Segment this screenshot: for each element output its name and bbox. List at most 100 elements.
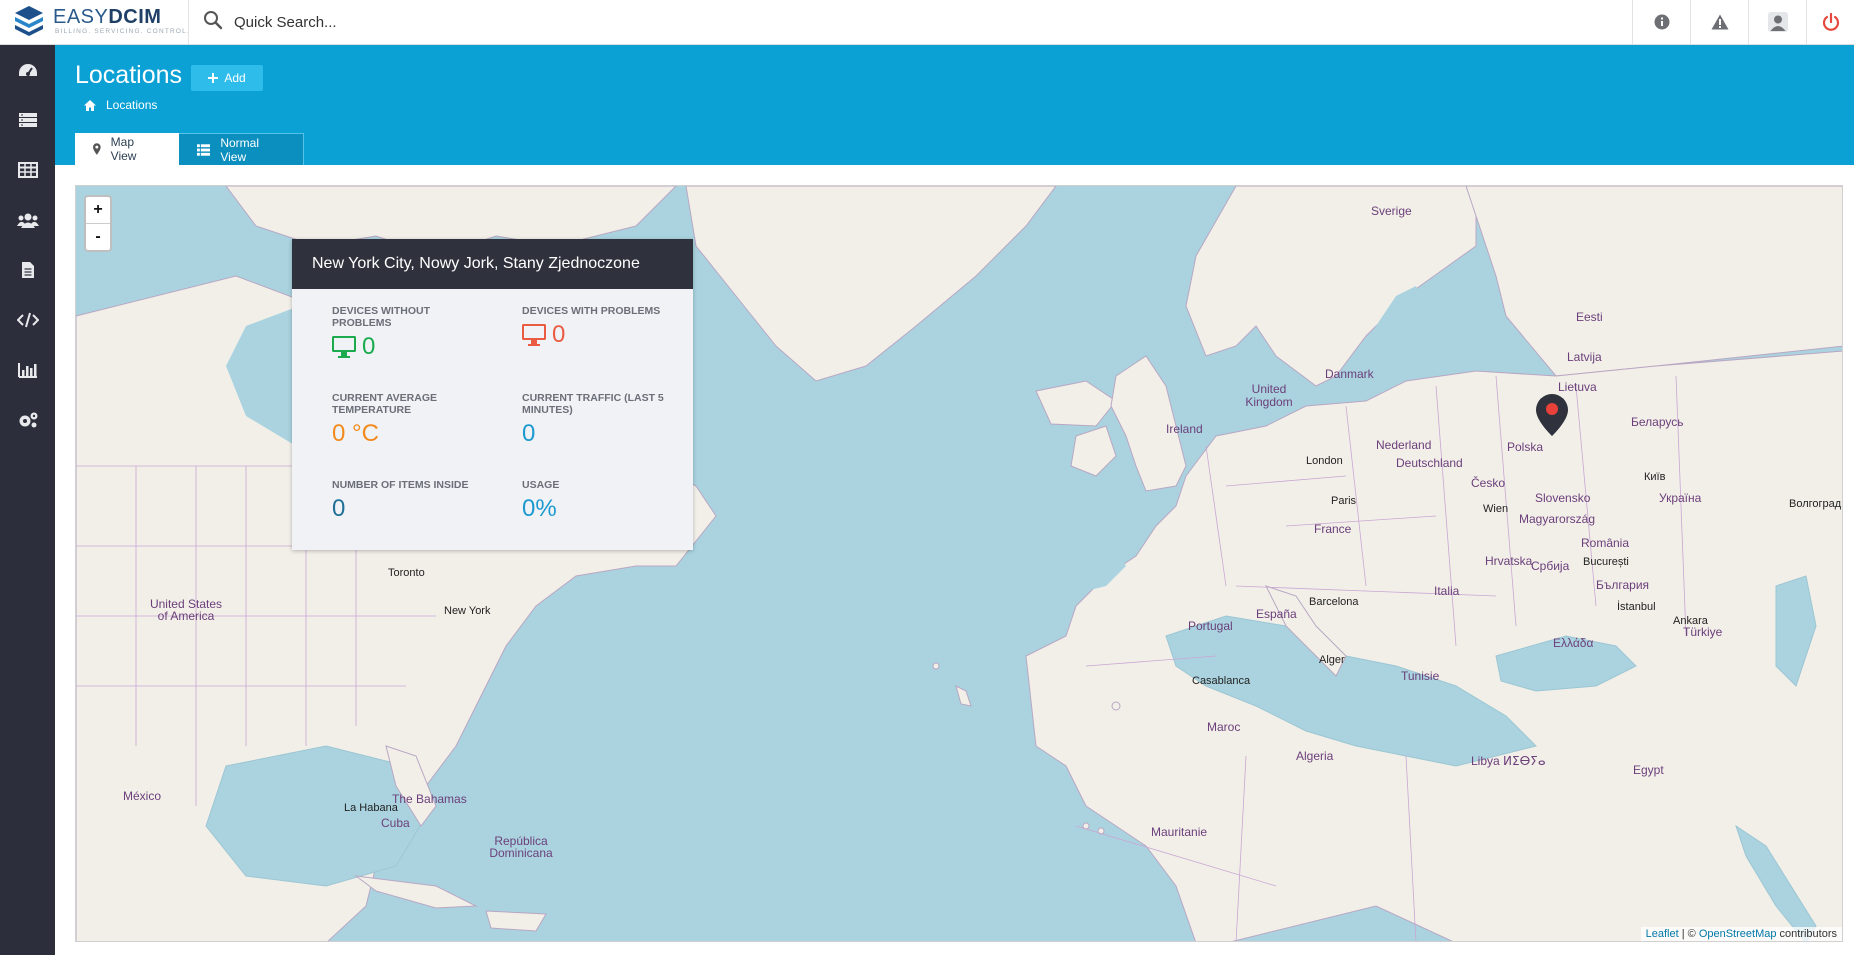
map-label: Libya ⵍⵉⴱⵢⴰ — [1471, 754, 1546, 768]
map-label: Волгоград — [1789, 498, 1842, 510]
servers-icon — [18, 113, 37, 127]
sidebar-item-settings[interactable] — [0, 398, 55, 442]
map-label: Cuba — [381, 816, 410, 830]
stat-label: DEVICES WITH PROBLEMS — [522, 305, 661, 317]
document-icon — [21, 262, 34, 278]
table-icon — [17, 162, 38, 178]
sidebar — [0, 45, 55, 955]
info-button[interactable] — [1632, 0, 1691, 44]
sidebar-item-reports[interactable] — [0, 348, 55, 392]
map-label: Türkiye — [1683, 625, 1723, 639]
map-label: Slovensko — [1535, 491, 1591, 505]
home-icon[interactable] — [84, 99, 96, 111]
openstreetmap-link[interactable]: OpenStreetMap — [1699, 928, 1777, 940]
map-label: Sverige — [1371, 204, 1412, 218]
add-location-button[interactable]: Add — [191, 65, 263, 91]
popup-title: New York City, Nowy Jork, Stany Zjednocz… — [292, 239, 693, 289]
map-label: República Dominicana — [489, 834, 553, 860]
map-label: Србија — [1531, 559, 1570, 573]
map-label: România — [1581, 536, 1630, 550]
stat-value: 0 — [332, 495, 346, 522]
logo-icon — [15, 6, 43, 36]
quick-search-input[interactable] — [232, 8, 836, 36]
map-label: Paris — [1331, 495, 1357, 507]
map-label: България — [1596, 578, 1650, 592]
map-label: Mauritanie — [1151, 825, 1208, 839]
map-label: España — [1256, 607, 1297, 621]
tab-map-view-label: Map View — [110, 135, 137, 163]
tab-normal-view[interactable]: Normal View — [179, 133, 304, 165]
warning-icon — [1711, 14, 1729, 30]
tab-normal-view-label: Normal View — [220, 135, 260, 164]
map-label: Barcelona — [1309, 596, 1359, 608]
map-label: Hrvatska — [1485, 554, 1533, 568]
stat-devices-problems: DEVICES WITH PROBLEMS 0 — [522, 305, 672, 349]
map-label: İstanbul — [1617, 601, 1656, 613]
logout-button[interactable] — [1806, 0, 1854, 44]
page-title: Locations — [75, 61, 183, 89]
sidebar-item-code[interactable] — [0, 298, 55, 342]
map-label: Danmark — [1325, 367, 1374, 381]
sidebar-item-documents[interactable] — [0, 248, 55, 292]
map-label: Česko — [1471, 476, 1506, 490]
stat-value: 0 — [552, 321, 566, 348]
user-menu-button[interactable] — [1748, 0, 1807, 44]
page-header: Locations Add Locations Map View Normal … — [55, 45, 1854, 165]
map-label: United States of America — [149, 597, 223, 623]
chart-icon — [17, 363, 37, 378]
map-label: Latvija — [1567, 350, 1602, 364]
stat-value: 0 — [362, 333, 376, 360]
logo-tagline: BILLING. SERVICING. CONTROL. — [55, 28, 190, 35]
user-icon — [1768, 12, 1788, 32]
map-label: Ireland — [1166, 422, 1203, 436]
alerts-button[interactable] — [1690, 0, 1749, 44]
zoom-out-button[interactable]: - — [86, 223, 110, 250]
monitor-icon — [522, 324, 546, 346]
map-label: Casablanca — [1192, 675, 1251, 687]
stat-value: 0% — [522, 495, 557, 522]
map-label: Nederland — [1376, 438, 1432, 452]
map-label: México — [123, 789, 162, 803]
map-label: United Kingdom — [1245, 382, 1293, 409]
map-label: Algeria — [1296, 749, 1334, 763]
map-label: Tunisie — [1401, 669, 1440, 683]
attribution-separator: | © — [1678, 928, 1699, 940]
stat-label: USAGE — [522, 479, 560, 491]
map-label: New York — [444, 605, 491, 617]
zoom-in-button[interactable]: + — [86, 197, 110, 223]
sidebar-item-users[interactable] — [0, 198, 55, 242]
map-label: Deutschland — [1396, 456, 1463, 470]
users-icon — [16, 213, 39, 228]
stat-value: 0 — [522, 420, 536, 447]
search-icon — [204, 11, 223, 30]
stat-traffic: CURRENT TRAFFIC (LAST 5 MINUTES) 0 — [522, 392, 672, 448]
plus-icon — [208, 73, 219, 83]
tab-map-view[interactable]: Map View — [75, 133, 179, 165]
leaflet-link[interactable]: Leaflet — [1646, 928, 1679, 940]
sidebar-item-tables[interactable] — [0, 148, 55, 192]
map-label: The Bahamas — [392, 792, 467, 806]
grid-icon — [197, 143, 211, 156]
sidebar-item-servers[interactable] — [0, 98, 55, 142]
logo[interactable]: EASYDCIM BILLING. SERVICING. CONTROL. — [12, 4, 192, 40]
location-marker-polska[interactable] — [1536, 394, 1568, 436]
map-label: Polska — [1507, 440, 1544, 454]
map-label: Ελλάδα — [1553, 636, 1594, 650]
settings-icon — [19, 412, 37, 428]
attribution-text: contributors — [1776, 928, 1837, 940]
divider — [188, 0, 189, 44]
info-icon — [1654, 14, 1670, 30]
locations-map[interactable]: Sverige Eesti Latvija Lietuva Danmark Un… — [75, 185, 1843, 942]
sidebar-item-dashboard[interactable] — [0, 48, 55, 92]
stat-temperature: CURRENT AVERAGE TEMPERATURE 0 °C — [332, 392, 482, 448]
monitor-icon — [332, 336, 356, 358]
map-label: Magyarország — [1519, 512, 1596, 526]
map-label: Portugal — [1188, 619, 1233, 633]
stat-label: NUMBER OF ITEMS INSIDE — [332, 479, 469, 491]
stat-items-inside: NUMBER OF ITEMS INSIDE 0 — [332, 479, 482, 523]
map-label: Maroc — [1207, 720, 1241, 734]
map-label: Italia — [1434, 584, 1460, 598]
map-label: La Habana — [344, 802, 398, 814]
breadcrumb-item-locations[interactable]: Locations — [106, 98, 157, 112]
map-label: Wien — [1483, 503, 1509, 515]
